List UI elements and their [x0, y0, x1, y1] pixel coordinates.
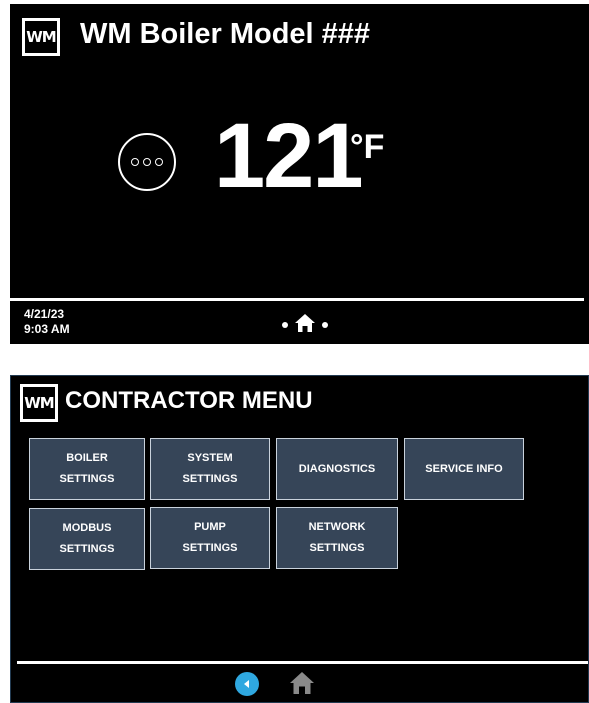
wm-logo: WM [22, 18, 60, 56]
more-options-icon-dot [155, 158, 163, 166]
home-icon[interactable] [294, 313, 316, 338]
wm-logo: WM [20, 384, 58, 422]
more-options-icon-dot [131, 158, 139, 166]
page-nav [274, 313, 336, 338]
boiler-title: WM Boiler Model ### [80, 18, 371, 50]
more-options-icon-dot [143, 158, 151, 166]
home-icon[interactable] [289, 671, 315, 700]
time-label: 9:03 AM [24, 322, 70, 336]
divider [10, 298, 584, 301]
service-info-button[interactable]: SERVICE INFO [404, 438, 524, 500]
contractor-menu-screen: WM CONTRACTOR MENU BOILER SETTINGS SYSTE… [10, 375, 589, 703]
network-settings-button[interactable]: NETWORK SETTINGS [276, 507, 398, 569]
pump-settings-button[interactable]: PUMP SETTINGS [150, 507, 270, 569]
wm-logo-text: WM [25, 21, 57, 53]
boiler-settings-button[interactable]: BOILER SETTINGS [29, 438, 145, 500]
modbus-settings-button[interactable]: MODBUS SETTINGS [29, 508, 145, 570]
wm-logo-text: WM [23, 387, 55, 419]
date-time: 4/21/23 9:03 AM [24, 307, 70, 337]
temperature-value: 121 [214, 105, 363, 207]
back-arrow-icon [244, 680, 249, 688]
back-button[interactable] [235, 672, 259, 696]
date-label: 4/21/23 [24, 307, 65, 321]
temperature-unit: °F [350, 128, 385, 166]
page-dot-left[interactable] [282, 322, 288, 328]
system-settings-button[interactable]: SYSTEM SETTINGS [150, 438, 270, 500]
diagnostics-button[interactable]: DIAGNOSTICS [276, 438, 398, 500]
page-dot-right[interactable] [322, 322, 328, 328]
more-options-button[interactable] [118, 133, 176, 191]
divider [17, 661, 588, 664]
home-screen: WM WM Boiler Model ### 121 °F 4/21/23 9:… [10, 4, 589, 344]
contractor-menu-title: CONTRACTOR MENU [65, 387, 313, 414]
